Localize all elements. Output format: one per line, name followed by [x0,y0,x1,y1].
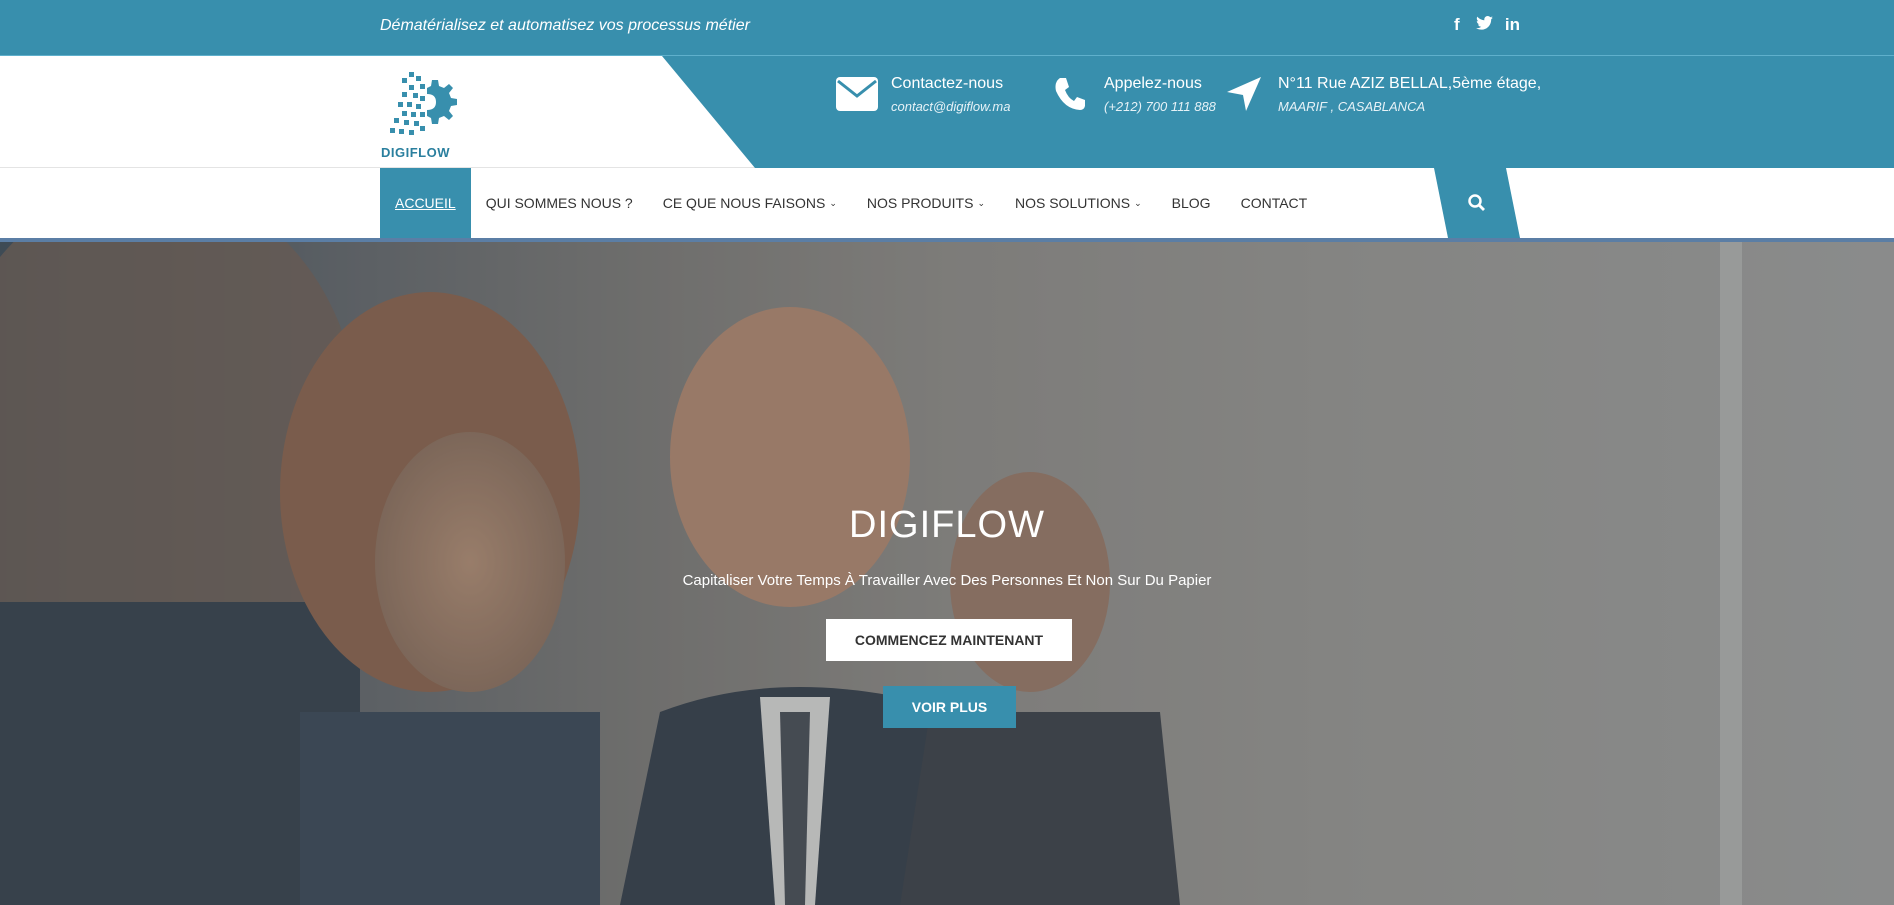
nav-item-label: CE QUE NOUS FAISONS [662,195,826,211]
header: DIGIFLOW Contactez-nous contact@digiflow… [0,56,1894,168]
social-links: f in [1450,15,1520,35]
chevron-down-icon: ⌄ [829,197,837,208]
nav-item-nos-solutions[interactable]: NOS SOLUTIONS ⌄ [1000,168,1157,238]
nav-item-ce-que-nous-faisons[interactable]: CE QUE NOUS FAISONS ⌄ [648,168,852,238]
contact-phone-title: Appelez-nous [1104,75,1202,92]
contact-email-title: Contactez-nous [891,75,1004,92]
twitter-icon[interactable] [1475,15,1493,35]
nav-item-contact[interactable]: CONTACT [1226,168,1323,238]
contact-phone[interactable]: Appelez-nous (+212) 700 111 888 [1048,74,1216,114]
start-now-button[interactable]: COMMENCEZ MAINTENANT [826,619,1072,661]
hero-banner: DIGIFLOW Capitaliser Votre Temps À Trava… [0,242,1894,905]
contact-phone-value[interactable]: (+212) 700 111 888 [1104,99,1216,114]
contact-address-value: MAARIF , CASABLANCA [1278,99,1426,114]
nav-item-accueil[interactable]: ACCUEIL [380,168,471,238]
nav-item-label: CONTACT [1240,195,1308,211]
phone-icon [1048,74,1092,114]
logo-text: DIGIFLOW [381,145,450,160]
hero-subtitle: Capitaliser Votre Temps À Travailler Ave… [682,572,1212,589]
contact-address: N°11 Rue AZIZ BELLAL,5ème étage, MAARIF … [1222,74,1541,114]
nav-item-label: NOS PRODUITS [866,195,974,211]
envelope-icon [835,74,879,114]
facebook-icon[interactable]: f [1450,15,1464,35]
tagline: Dématérialisez et automatisez vos proces… [380,17,750,34]
nav-item-label: QUI SOMMES NOUS ? [485,195,633,211]
contact-email-value[interactable]: contact@digiflow.ma [891,99,1010,114]
nav-item-blog[interactable]: BLOG [1157,168,1226,238]
main-nav: ACCUEIL QUI SOMMES NOUS ? CE QUE NOUS FA… [0,168,1894,238]
chevron-down-icon: ⌄ [1134,197,1142,208]
location-arrow-icon [1222,74,1266,114]
nav-item-qui-sommes-nous[interactable]: QUI SOMMES NOUS ? [471,168,648,238]
contact-email[interactable]: Contactez-nous contact@digiflow.ma [835,74,1010,114]
nav-item-label: BLOG [1171,195,1211,211]
nav-item-label: ACCUEIL [395,195,456,211]
nav-menu: ACCUEIL QUI SOMMES NOUS ? CE QUE NOUS FA… [380,168,1322,238]
hero-title: DIGIFLOW [849,504,1045,546]
contact-address-title: N°11 Rue AZIZ BELLAL,5ème étage, [1278,75,1542,92]
nav-item-nos-produits[interactable]: NOS PRODUITS ⌄ [852,168,1000,238]
top-bar: Dématérialisez et automatisez vos proces… [0,0,1894,56]
linkedin-icon[interactable]: in [1505,15,1520,35]
chevron-down-icon: ⌄ [977,197,985,208]
see-more-button[interactable]: VOIR PLUS [883,686,1016,728]
search-button[interactable] [1434,168,1520,238]
nav-item-label: NOS SOLUTIONS [1014,195,1131,211]
